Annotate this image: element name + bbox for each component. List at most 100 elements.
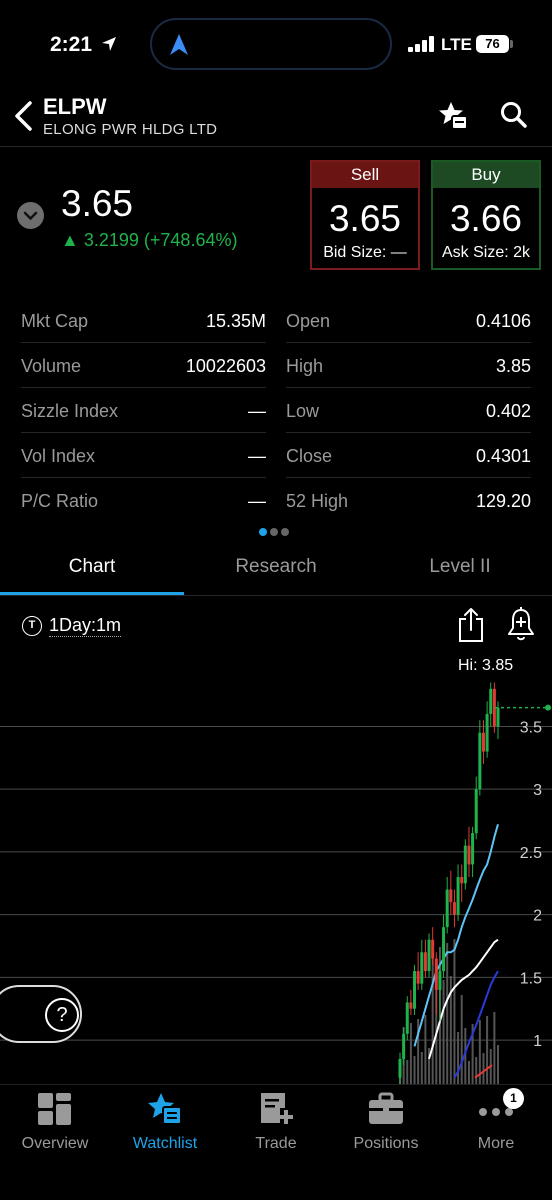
- moving-average-fast: [413, 824, 499, 1047]
- volume-bar: [486, 1016, 489, 1084]
- nav-overview[interactable]: Overview: [0, 1092, 110, 1153]
- candle: [474, 789, 478, 834]
- volume-bar: [446, 943, 449, 1084]
- candle: [471, 833, 475, 865]
- ticker-symbol: ELPW: [43, 94, 107, 119]
- stat-label: Volume: [21, 356, 82, 376]
- volume-bar: [475, 1057, 478, 1084]
- battery-tip: [510, 40, 513, 48]
- stat-value: —: [248, 401, 266, 421]
- y-tick-label: 2: [533, 908, 542, 925]
- tab-chart[interactable]: Chart: [0, 556, 184, 578]
- notification-badge: 1: [503, 1088, 524, 1109]
- volume-bar: [413, 1056, 416, 1084]
- company-name: ELONG PWR HLDG LTD: [43, 121, 218, 138]
- search-icon[interactable]: [500, 100, 528, 130]
- carrier-label: LTE: [441, 35, 472, 54]
- stat-high: High 3.85: [286, 343, 531, 388]
- nav-label: Watchlist: [132, 1135, 198, 1152]
- star-list-icon: [148, 1093, 182, 1125]
- timeframe-selector[interactable]: 1Day:1m: [49, 615, 122, 637]
- dynamic-island[interactable]: [150, 18, 392, 70]
- stat-value: 15.35M: [205, 311, 266, 331]
- tabs-divider: [0, 595, 552, 596]
- help-button[interactable]: ?: [45, 998, 79, 1032]
- signal-icon: [408, 36, 434, 52]
- page-dot: [281, 528, 289, 536]
- price-chart[interactable]: 3.5 3 2.5 2 1.5 1: [0, 670, 552, 1084]
- candle: [398, 1058, 402, 1078]
- nav-label: More: [477, 1135, 515, 1152]
- candle: [409, 1002, 413, 1009]
- stat-mkt-cap: Mkt Cap 15.35M: [21, 298, 266, 343]
- stat-label: Open: [286, 311, 331, 331]
- buy-label: Buy: [433, 162, 539, 188]
- timeframe-icon[interactable]: T: [22, 616, 42, 636]
- stat-pc-ratio: P/C Ratio —: [21, 478, 266, 523]
- stat-close: Close 0.4301: [286, 433, 531, 478]
- page-dot: [270, 528, 278, 536]
- stat-label: P/C Ratio: [21, 491, 99, 511]
- stat-label: High: [286, 356, 324, 376]
- bid-price: 3.65: [328, 198, 401, 239]
- location-arrow-icon: [102, 37, 116, 51]
- nav-watchlist[interactable]: Watchlist: [110, 1092, 220, 1153]
- candle: [456, 877, 460, 915]
- nav-label: Trade: [255, 1135, 297, 1152]
- stat-value: 129.20: [475, 491, 531, 511]
- stat-value: —: [248, 491, 266, 511]
- tab-research[interactable]: Research: [184, 556, 368, 578]
- buy-button[interactable]: Buy 3.66 Ask Size: 2k: [431, 160, 541, 270]
- stat-label: Low: [286, 401, 320, 421]
- y-tick-label: 1.5: [520, 970, 542, 987]
- candle: [427, 939, 431, 972]
- nav-more[interactable]: More: [441, 1092, 551, 1153]
- candle: [413, 971, 417, 1009]
- watchlist-star-icon[interactable]: [437, 100, 469, 132]
- stat-value: 3.85: [495, 356, 531, 376]
- grid-icon: [38, 1093, 71, 1125]
- navigation-arrow-icon: [170, 34, 188, 55]
- y-tick-label: 3.5: [520, 719, 542, 736]
- ask-size: Ask Size: 2k: [441, 244, 531, 261]
- stat-label: Vol Index: [21, 446, 96, 466]
- expand-quote-button[interactable]: [17, 202, 44, 229]
- volume-bar: [424, 1015, 427, 1084]
- candle: [423, 952, 427, 972]
- stat-open: Open 0.4106: [286, 298, 531, 343]
- stat-label: Sizzle Index: [21, 401, 119, 421]
- tab-level-ii[interactable]: Level II: [368, 556, 552, 578]
- nav-label: Overview: [21, 1135, 89, 1152]
- candle: [496, 707, 500, 727]
- up-triangle-icon: ▲: [61, 230, 79, 250]
- candle: [449, 889, 453, 903]
- price-change: ▲ 3.2199 (+748.64%): [61, 230, 237, 251]
- candle: [478, 732, 482, 790]
- volume-bar: [497, 1045, 499, 1084]
- stat-value: —: [248, 446, 266, 466]
- stat-value: 0.4301: [475, 446, 531, 466]
- y-tick-label: 1: [533, 1033, 542, 1050]
- candle: [416, 971, 420, 984]
- alert-bell-icon[interactable]: [506, 606, 536, 644]
- stat-value: 10022603: [185, 356, 266, 376]
- nav-positions[interactable]: Positions: [331, 1092, 441, 1153]
- page-indicator[interactable]: [259, 523, 292, 541]
- nav-trade[interactable]: Trade: [221, 1092, 331, 1153]
- battery-icon: 76: [476, 35, 509, 53]
- nav-label: Positions: [353, 1135, 419, 1152]
- volume-bar: [442, 980, 445, 1084]
- candle: [420, 952, 424, 984]
- candle: [467, 845, 471, 865]
- volume-bar: [457, 1032, 460, 1084]
- candle: [481, 732, 485, 752]
- share-icon[interactable]: [457, 607, 485, 643]
- volume-bar: [431, 951, 434, 1084]
- candle: [489, 688, 493, 714]
- clock: 2:21: [50, 33, 93, 56]
- volume-bar: [467, 1061, 470, 1084]
- back-chevron-icon[interactable]: [12, 100, 34, 132]
- last-price-marker: [545, 704, 551, 711]
- sell-button[interactable]: Sell 3.65 Bid Size: —: [310, 160, 420, 270]
- page-dot-active: [259, 528, 267, 536]
